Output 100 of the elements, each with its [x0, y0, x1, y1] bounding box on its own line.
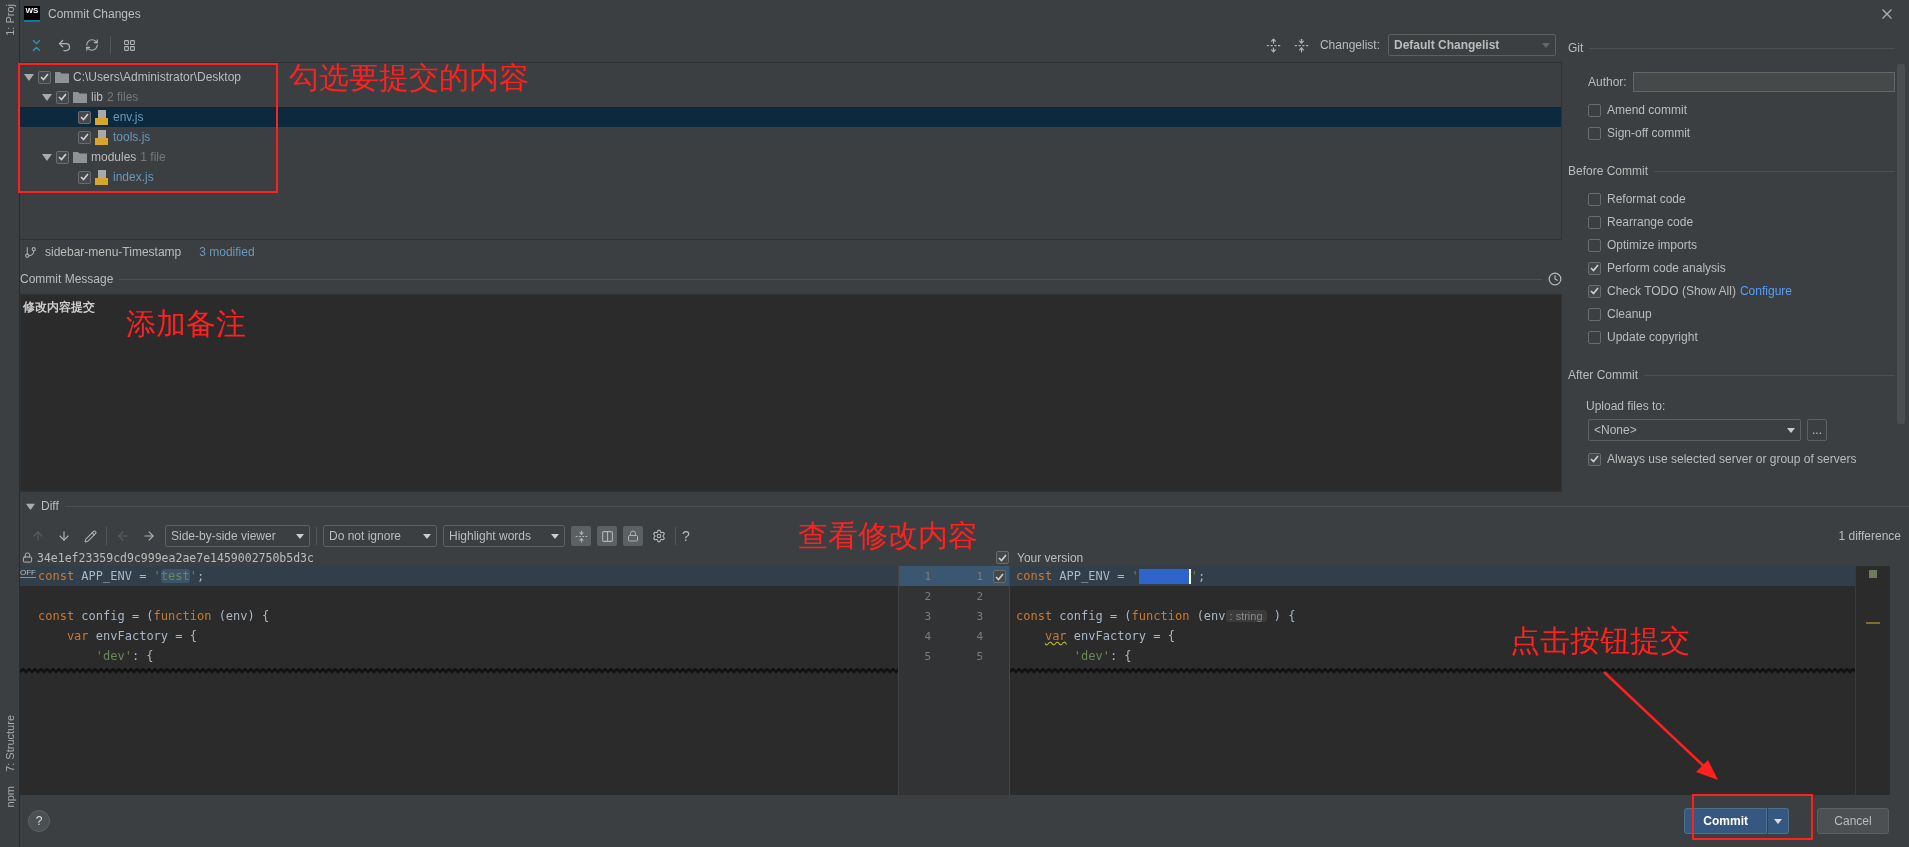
- tree-row[interactable]: lib 2 files: [20, 87, 139, 107]
- file-name: index.js: [113, 170, 154, 184]
- tool-window-tab[interactable]: 7: Structure: [3, 714, 16, 772]
- commit-button[interactable]: Commit: [1684, 808, 1767, 834]
- line-number: 3: [923, 609, 931, 623]
- line-number: 3: [975, 609, 983, 623]
- modified-count[interactable]: 3 modified: [199, 245, 255, 259]
- history-icon[interactable]: [1548, 272, 1562, 286]
- changelist-label: Changelist:: [1319, 38, 1380, 52]
- help-link[interactable]: ?: [682, 528, 690, 544]
- caret-icon: [1542, 42, 1550, 48]
- section-title: After Commit: [1568, 368, 1638, 382]
- section-title: Diff: [41, 499, 59, 513]
- line-number: 5: [923, 649, 931, 663]
- option-label: Optimize imports: [1607, 238, 1698, 252]
- checkbox[interactable]: [38, 70, 51, 84]
- option-label: Amend commit: [1607, 103, 1688, 117]
- tree-row[interactable]: modules 1 file: [20, 147, 166, 167]
- option-label: Cleanup: [1607, 307, 1652, 321]
- tree-row[interactable]: C:\Users\Administrator\Desktop: [20, 67, 242, 87]
- folder-name: modules: [91, 150, 137, 164]
- annotation-text: 添加备注: [126, 309, 246, 339]
- checkbox[interactable]: [1588, 284, 1601, 298]
- caret-icon: [1774, 818, 1782, 824]
- collapse-arrow-icon[interactable]: [42, 152, 52, 162]
- line-number: 5: [975, 649, 983, 663]
- sync-scroll-icon[interactable]: [597, 526, 617, 546]
- collapse-arrow-icon[interactable]: [42, 92, 52, 102]
- file-name: env.js: [113, 110, 144, 124]
- file-count: 1 file: [140, 150, 166, 164]
- viewer-dropdown[interactable]: Side-by-side viewer: [165, 525, 310, 547]
- annotation-text: 点击按钮提交: [1510, 626, 1690, 656]
- upload-label: Upload files to:: [1586, 399, 1667, 413]
- caret-icon: [551, 533, 559, 539]
- checkbox[interactable]: [996, 551, 1009, 564]
- tree-row[interactable]: tools.js: [20, 127, 151, 147]
- configure-link[interactable]: Configure: [1739, 284, 1792, 298]
- ignore-dropdown[interactable]: Do not ignore: [323, 525, 437, 547]
- app-logo: WS: [24, 6, 40, 22]
- line-number: 1: [923, 569, 931, 583]
- checkbox[interactable]: [1588, 330, 1601, 344]
- commit-hash: 34e1ef23359cd9c999ea2ae7e1459002750b5d3c: [37, 550, 315, 565]
- checkbox[interactable]: [78, 170, 91, 184]
- code-line: const config = (function (env) {: [37, 608, 270, 625]
- collapse-arrow-icon[interactable]: [24, 72, 34, 82]
- author-field[interactable]: [1632, 72, 1895, 92]
- collapse-arrow-icon[interactable]: [26, 501, 35, 511]
- checkbox[interactable]: [1588, 103, 1601, 117]
- js-file-icon: [95, 129, 109, 145]
- highlight-dropdown[interactable]: Highlight words: [443, 525, 565, 547]
- checkbox[interactable]: [78, 130, 91, 144]
- caret-icon: [1787, 427, 1795, 433]
- tool-window-tab[interactable]: 1: Proj: [3, 4, 16, 36]
- checkbox[interactable]: [1588, 238, 1601, 252]
- checkbox[interactable]: [1588, 261, 1601, 275]
- upload-dropdown[interactable]: <None>: [1588, 419, 1801, 441]
- checkbox[interactable]: [78, 110, 91, 124]
- folder-name: C:\Users\Administrator\Desktop: [73, 70, 242, 84]
- tree-row[interactable]: env.js: [20, 107, 1561, 127]
- checkbox[interactable]: [1588, 192, 1601, 206]
- annotation-text: 查看修改内容: [798, 521, 978, 551]
- collapse-unchanged-icon[interactable]: [571, 526, 591, 546]
- folder-icon: [73, 151, 87, 163]
- option-label: Always use selected server or group of servers: [1607, 452, 1857, 466]
- file-name: tools.js: [113, 130, 151, 144]
- option-label: Update copyright: [1607, 330, 1698, 344]
- option-label: Perform code analysis: [1607, 261, 1726, 275]
- commit-options-button[interactable]: [1767, 808, 1789, 834]
- changelist-dropdown[interactable]: Default Changelist: [1388, 34, 1556, 56]
- line-number: 4: [975, 629, 983, 643]
- lock-icon[interactable]: [623, 526, 643, 546]
- code-line: 'dev': {: [94, 648, 154, 665]
- cancel-button[interactable]: Cancel: [1817, 808, 1889, 834]
- checkbox[interactable]: [1588, 307, 1601, 321]
- option-label: Rearrange code: [1607, 215, 1694, 229]
- code-line: var envFactory = {: [1043, 628, 1175, 645]
- line-number: 2: [975, 589, 983, 603]
- window-title: Commit Changes: [48, 7, 142, 21]
- branch-icon: [24, 245, 37, 259]
- checkbox[interactable]: [1588, 126, 1601, 140]
- branch-name: sidebar-menu-Timestamp: [45, 245, 182, 259]
- option-label: Reformat code: [1607, 192, 1686, 206]
- tree-row[interactable]: index.js: [20, 167, 154, 187]
- folder-icon: [73, 91, 87, 103]
- line-number: 2: [923, 589, 931, 603]
- checkbox[interactable]: [1588, 215, 1601, 229]
- checkbox[interactable]: [56, 150, 69, 164]
- browse-button[interactable]: ...: [1807, 419, 1827, 441]
- author-label: Author:: [1588, 75, 1627, 89]
- help-button[interactable]: ?: [28, 810, 50, 832]
- folder-name: lib: [91, 90, 103, 104]
- caret-icon: [423, 533, 431, 539]
- tool-window-tab[interactable]: npm: [3, 785, 16, 807]
- commit-message-label: Commit Message: [20, 272, 114, 286]
- checkbox[interactable]: [56, 90, 69, 104]
- include-checkbox[interactable]: [993, 570, 1006, 583]
- option-label: Sign-off commit: [1607, 126, 1691, 140]
- code-line: 'dev': {: [1072, 648, 1132, 665]
- checkbox[interactable]: [1588, 452, 1601, 466]
- difference-count: 1 difference: [1838, 529, 1901, 543]
